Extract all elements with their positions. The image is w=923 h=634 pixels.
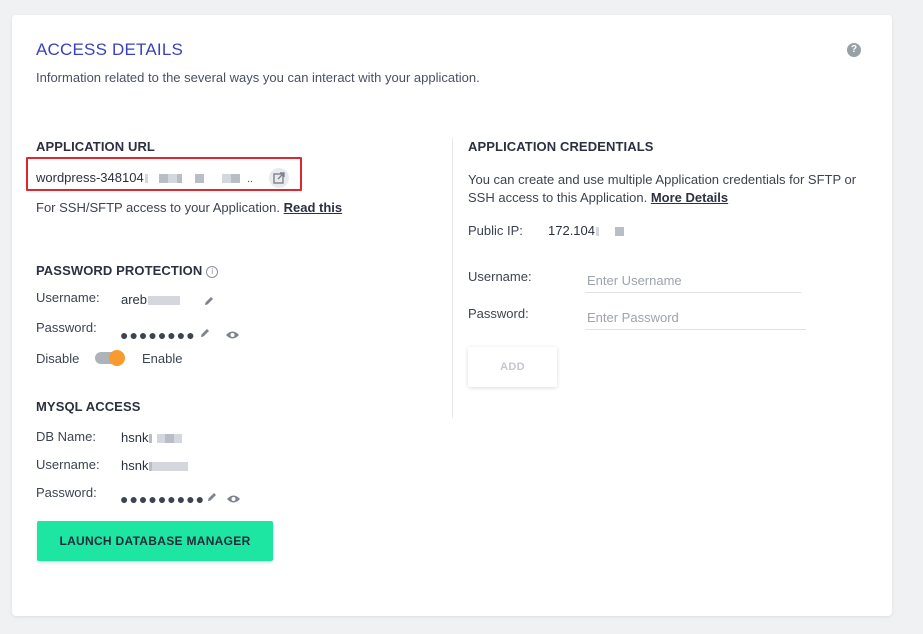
enable-label: Enable bbox=[142, 351, 183, 366]
password-protection-toggle[interactable] bbox=[95, 350, 125, 366]
show-mysql-password-icon[interactable] bbox=[226, 491, 241, 509]
edit-pp-username-icon[interactable] bbox=[203, 294, 215, 312]
pp-username-label: Username: bbox=[36, 290, 100, 305]
edit-pp-password-icon[interactable] bbox=[199, 326, 211, 344]
credential-password-label: Password: bbox=[468, 306, 529, 321]
more-details-link[interactable]: More Details bbox=[651, 190, 728, 205]
credential-username-input[interactable] bbox=[585, 268, 801, 293]
edit-mysql-password-icon[interactable] bbox=[206, 490, 218, 508]
ssh-note: For SSH/SFTP access to your Application.… bbox=[36, 200, 343, 215]
credentials-description: You can create and use multiple Applicat… bbox=[468, 172, 857, 205]
column-divider bbox=[452, 138, 453, 418]
pp-username-value: areb bbox=[121, 292, 181, 307]
mysql-username-label: Username: bbox=[36, 457, 100, 472]
mysql-access-heading: MYSQL ACCESS bbox=[36, 399, 141, 414]
help-icon[interactable]: ? bbox=[847, 43, 861, 57]
mysql-password-label: Password: bbox=[36, 485, 97, 500]
public-ip-value: 172.104 bbox=[548, 223, 624, 238]
public-ip-label: Public IP: bbox=[468, 223, 523, 238]
pp-password-label: Password: bbox=[36, 320, 97, 335]
add-credential-button[interactable]: ADD bbox=[468, 347, 557, 387]
application-url-heading: APPLICATION URL bbox=[36, 139, 155, 154]
mysql-password-dots: ●●●●●●●●● bbox=[120, 491, 206, 507]
application-credentials-heading: APPLICATION CREDENTIALS bbox=[468, 139, 654, 154]
show-pp-password-icon[interactable] bbox=[225, 327, 240, 345]
external-link-icon[interactable] bbox=[269, 168, 289, 188]
pp-password-dots: ●●●●●●●● bbox=[120, 327, 196, 343]
launch-database-manager-button[interactable]: LAUNCH DATABASE MANAGER bbox=[37, 521, 273, 561]
application-url-text: wordpress-348104 bbox=[36, 170, 144, 185]
disable-label: Disable bbox=[36, 351, 80, 366]
credential-username-label: Username: bbox=[468, 269, 532, 284]
read-this-link[interactable]: Read this bbox=[284, 200, 343, 215]
password-protection-heading: PASSWORD PROTECTION i bbox=[36, 263, 219, 278]
access-details-card: ACCESS DETAILS Information related to th… bbox=[12, 15, 892, 616]
toggle-knob bbox=[109, 350, 125, 366]
credential-password-input[interactable] bbox=[585, 305, 806, 330]
page-subtitle: Information related to the several ways … bbox=[36, 70, 480, 85]
page-title: ACCESS DETAILS bbox=[36, 40, 184, 59]
db-name-label: DB Name: bbox=[36, 429, 96, 444]
application-url[interactable]: wordpress-348104 .. bbox=[36, 170, 253, 185]
mysql-username-value: hsnk bbox=[121, 458, 189, 473]
db-name-value: hsnk bbox=[121, 430, 183, 445]
info-icon[interactable]: i bbox=[206, 266, 219, 278]
